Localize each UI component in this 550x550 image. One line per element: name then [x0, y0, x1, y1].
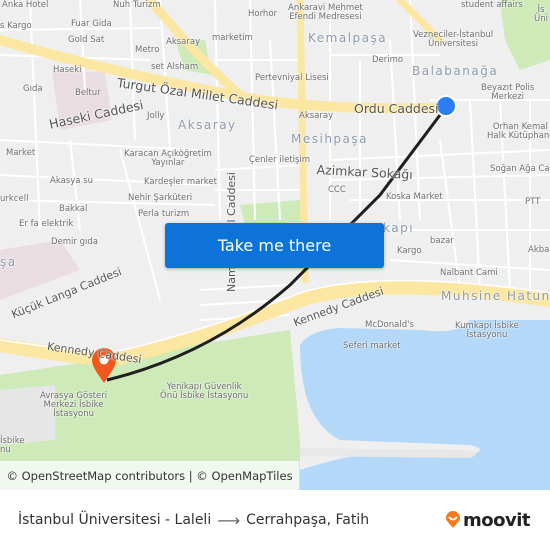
poi-label: set Alsham [151, 62, 199, 72]
district-label: Mesihpaşa [291, 132, 369, 146]
poi-label: McDonald's [365, 320, 414, 330]
poi-label: Seferi market [343, 341, 401, 351]
poi-label: Karacan Açıköğretim Yayınlar [124, 149, 212, 168]
map[interactable]: Anka Hotel s Kargo Nuh Turizm Fuar Gida … [0, 0, 550, 490]
poi-label: İsbike nu [0, 436, 25, 455]
poi-label: Kargo [397, 246, 422, 256]
pier [300, 448, 476, 458]
park-area [240, 200, 302, 225]
poi-label: Anka Hotel [2, 0, 49, 10]
origin-name: İstanbul Üniversitesi - Laleli [18, 512, 212, 528]
poi-label: s Kargo [0, 21, 32, 31]
take-me-there-button[interactable]: Take me there [165, 223, 384, 268]
moovit-logo[interactable]: moovit [445, 509, 531, 531]
poi-label: Fuar Gida [71, 19, 112, 29]
district-label: Balabanağa [412, 64, 499, 78]
poi-label: Beyazıt Polis Merkezi [481, 83, 535, 102]
district-label: şa [0, 255, 17, 269]
poi-label: İs Üni [534, 5, 548, 24]
poi-label: student affairs [461, 0, 523, 10]
road-label: Muhsine Hatun [441, 289, 550, 303]
poi-label: Akasya su [50, 176, 93, 186]
poi-label: Kardeşler market [144, 177, 217, 187]
map-attribution[interactable]: © OpenStreetMap contributors | © OpenMap… [0, 461, 299, 490]
district-label: Kemalpaşa [308, 31, 388, 45]
poi-label: Avrasya Gösteri Merkezi İsbike İstasyonu [40, 391, 108, 419]
poi-label: CCC [328, 185, 346, 195]
destination-name: Cerrahpaşa, Fatih [246, 512, 370, 528]
poi-label: Yenikapı Güvenlik Önü İsbike İstasyonu [160, 382, 249, 401]
poi-label: Çenler iletişim [249, 155, 311, 165]
poi-label: Gold Sat [68, 35, 105, 45]
moovit-pin-icon [446, 511, 460, 528]
poi-label: Nuh Turizm [113, 0, 161, 10]
origin-dot-icon [435, 95, 457, 117]
poi-label: marketim [212, 33, 253, 43]
poi-label: Market [6, 148, 36, 158]
poi-label: Beltur [75, 88, 101, 98]
poi-label: Ankaravi Mehmet Efendi Medresesi [288, 3, 363, 22]
poi-label: bazar [430, 236, 454, 246]
poi-label: urkcell [0, 194, 29, 204]
road-label: Ordu Caddesi [354, 101, 439, 116]
poi-label: Demir gıda [51, 237, 98, 247]
poi-label: Gıda [23, 84, 43, 94]
poi-label: Akbank [528, 245, 550, 255]
poi-label: Jolly [147, 111, 165, 121]
poi-label: PTT [525, 197, 541, 207]
poi-label: Aksaray [299, 111, 334, 121]
poi-label: Kumkapı İsbike İstasyonu [455, 321, 519, 340]
poi-label: Koska Market [386, 192, 443, 202]
route-summary: İstanbul Üniversitesi - Laleli ⟶ Cerrahp… [18, 511, 369, 530]
poi-label: Aksaray [166, 37, 201, 47]
poi-label: Pertevniyal Lisesi [255, 73, 329, 83]
footer-bar: İstanbul Üniversitesi - Laleli ⟶ Cerrahp… [0, 490, 550, 550]
poi-label: Er fa elektrik [19, 219, 74, 229]
poi-label: Horhor [248, 9, 278, 19]
poi-label: Orhan Kemal İl Halk Kütüphanesi [487, 122, 550, 141]
poi-label: Vezneciler-İstanbul Üniversitesi [413, 30, 494, 49]
moovit-wordmark: moovit [463, 509, 531, 531]
poi-label: Haseki [53, 65, 82, 75]
poi-label: Soğan Ağa Cami [490, 164, 550, 174]
poi-label: Nalbant Cami [440, 268, 498, 278]
poi-label: Bakkal [59, 204, 88, 214]
poi-label: Perla turizm [138, 209, 190, 219]
poi-label: Nehir Şarküteri [128, 193, 193, 203]
poi-label: Derimo [372, 55, 404, 65]
arrow-right-icon: ⟶ [217, 510, 241, 530]
poi-label: Metro [135, 45, 160, 55]
district-label: Aksaray [178, 118, 237, 132]
